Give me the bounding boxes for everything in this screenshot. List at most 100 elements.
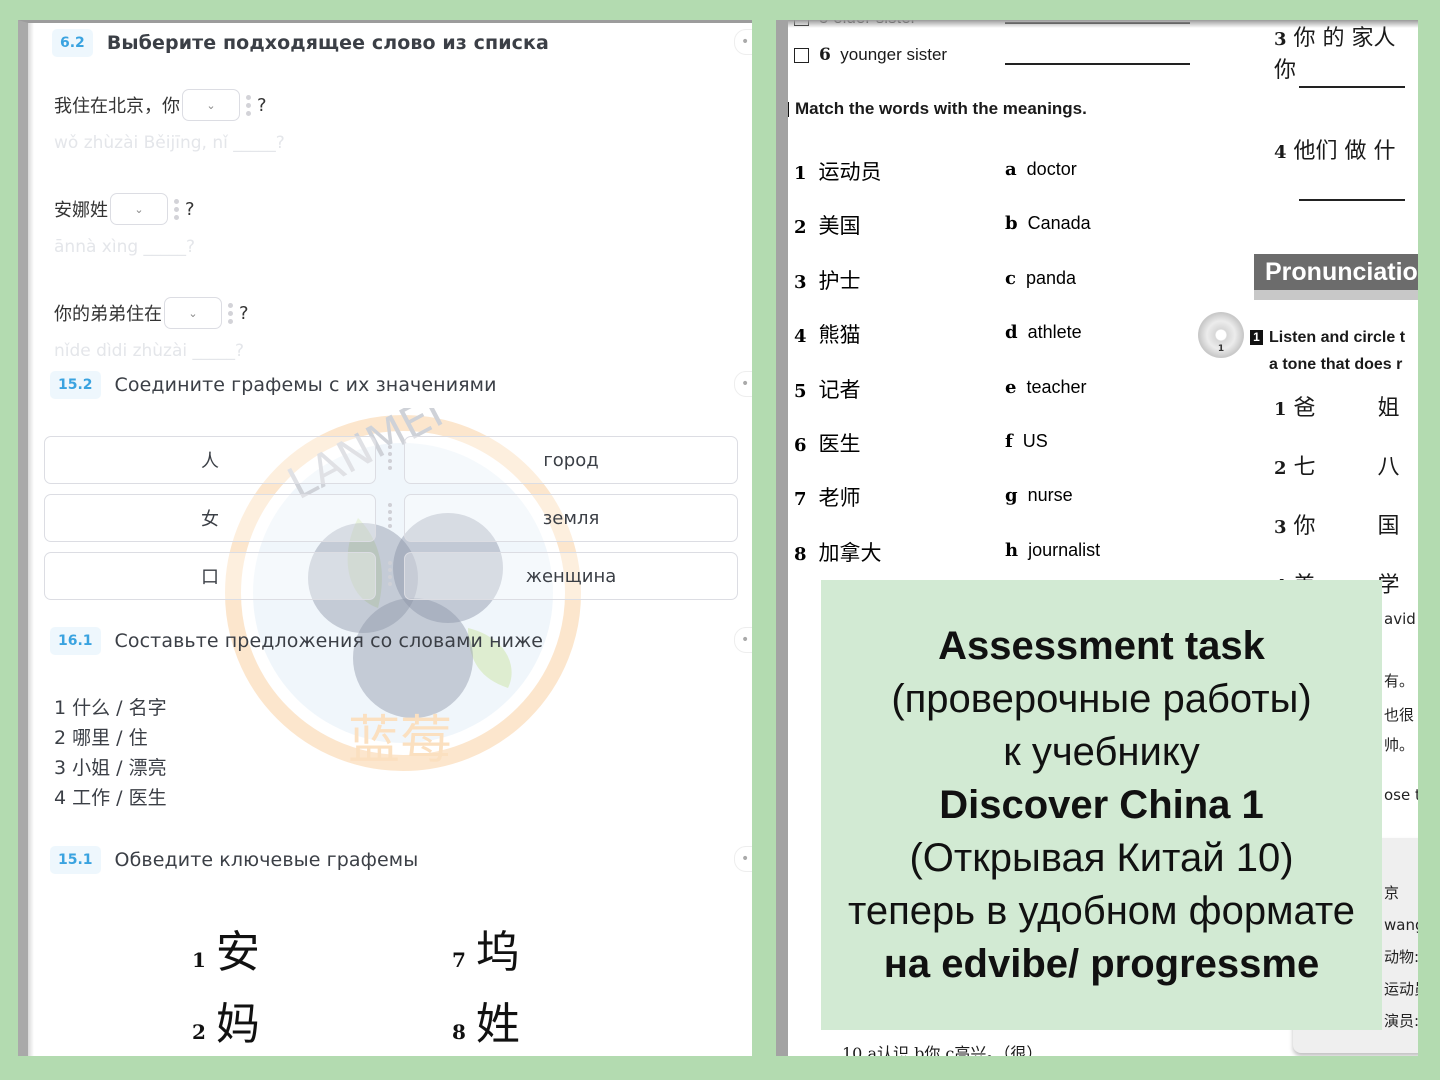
drag-handle-icon[interactable] [388, 561, 392, 586]
section-badge: 1 [1250, 330, 1263, 346]
pinyin-hint: nǐde dìdi zhùzài _____? [54, 341, 245, 361]
task-header-15-2: 15.2 Соедините графемы с их значениями [50, 371, 497, 399]
word-number: 6 [794, 435, 807, 456]
listen-instruction: 1 Listen and circle t a tone that does r [1250, 324, 1405, 378]
meaning-text: panda [1025, 267, 1077, 288]
more-options-button[interactable]: ••• [734, 371, 752, 397]
meaning-text: nurse [1027, 485, 1073, 506]
checkbox[interactable] [794, 20, 809, 27]
chevron-down-icon: ⌄ [206, 98, 216, 112]
word-row: 1 运动员 [794, 156, 882, 186]
cut-off-row: 5 elder sister [794, 20, 916, 28]
answer-dropdown[interactable]: ⌄ [164, 297, 222, 329]
task-title: Составьте предложения со словами ниже [114, 630, 544, 652]
more-options-button[interactable]: ••• [734, 29, 752, 55]
berry-shape [353, 598, 473, 718]
pinyin-hint: wǒ zhùzài Běijīng, nǐ _____? [54, 133, 285, 153]
meaning-row: h journalist [1005, 540, 1100, 561]
vocab-row: 6 younger sister [794, 45, 947, 65]
text-fragment: wang [1384, 916, 1418, 934]
tone-char[interactable]: 七 [1294, 455, 1316, 480]
section-title: Match the words with the meanings. [795, 99, 1087, 118]
chinese-word: 美国 [818, 214, 861, 239]
sentence-end: ? [239, 302, 249, 324]
meaning-letter: a [1005, 159, 1017, 180]
match-right-item[interactable]: женщина [404, 552, 738, 600]
meaning-letter: g [1005, 485, 1018, 507]
glyph-number: 1 [192, 948, 206, 972]
word-row: 7 老师 [794, 482, 861, 512]
more-options-button[interactable]: ••• [734, 846, 752, 872]
sentence-text: 你的弟弟住在 [54, 304, 162, 325]
match-left-item[interactable]: 女 [44, 494, 376, 542]
task-title: Обведите ключевые графемы [114, 849, 419, 871]
glyph-item[interactable]: 1 安 [192, 916, 260, 980]
promo-text: к учебнику [1003, 729, 1200, 774]
row-number: 6 [819, 45, 831, 65]
word-number: 2 [794, 217, 807, 239]
text-fragment: 帅。 [1384, 736, 1415, 754]
meaning-text: doctor [1026, 159, 1077, 179]
match-left-item[interactable]: 口 [44, 552, 376, 600]
pinyin-hint: ānnà xìng _____? [54, 237, 196, 257]
answer-dropdown[interactable]: ⌄ [182, 89, 240, 121]
match-right-item[interactable]: земля [404, 494, 738, 542]
match-right-item[interactable]: город [404, 436, 738, 484]
tone-char[interactable]: 国 [1378, 514, 1400, 539]
tone-char[interactable]: 你 [1294, 514, 1316, 539]
audio-cd-icon[interactable]: 1 [1198, 312, 1244, 358]
word-pair-item: 3 小姐 / 漂亮 [54, 757, 167, 779]
tone-row: 2 七 八 [1274, 449, 1400, 481]
meaning-text: teacher [1026, 376, 1087, 397]
tone-number: 1 [1274, 399, 1287, 420]
word-pair-item: 4 工作 / 医生 [54, 787, 167, 809]
glyph-item[interactable]: 7 坞 [452, 916, 520, 980]
tone-char[interactable]: 爸 [1294, 396, 1316, 421]
tone-char[interactable]: 姐 [1378, 396, 1400, 421]
sentence-1: 我住在北京，你 ⌄ ? [54, 89, 267, 121]
word-number: 8 [794, 543, 807, 565]
meaning-letter: e [1005, 376, 1017, 398]
drag-handle-icon[interactable] [388, 503, 392, 528]
drag-handle-icon[interactable] [174, 198, 179, 220]
sentence-end: ? [185, 198, 195, 220]
heading-underbar [1254, 290, 1418, 300]
glyph-character: 坞 [475, 927, 520, 978]
promo-book-title: Discover China 1 [939, 782, 1264, 827]
answer-dropdown[interactable]: ⌄ [110, 193, 168, 225]
chinese-word: 运动员 [818, 160, 882, 184]
drag-handle-icon[interactable] [228, 302, 233, 324]
word-row: 5 记者 [794, 374, 861, 404]
checkbox[interactable] [794, 48, 809, 64]
task-number: 15.2 [50, 371, 101, 399]
row-label: younger sister [840, 45, 948, 64]
promo-book-subtitle: (Открывая Китай 10) [909, 835, 1294, 880]
text-fragment: ose th [1384, 786, 1418, 804]
task-header-6-2: 6.2 Выберите подходящее слово из списка [52, 29, 549, 57]
word-number: 4 [794, 326, 807, 348]
glyph-character: 妈 [215, 999, 260, 1050]
drag-handle-icon[interactable] [246, 94, 251, 116]
tone-char[interactable]: 八 [1378, 455, 1400, 480]
task-header-16-1: 16.1 Составьте предложения со словами ни… [50, 627, 543, 655]
task-number: 16.1 [50, 627, 101, 655]
meaning-row: c panda [1005, 268, 1076, 289]
glyph-item[interactable]: 2 妈 [192, 988, 260, 1052]
word-number: 7 [794, 489, 807, 511]
word-row: 6 医生 [794, 428, 861, 458]
chevron-down-icon: ⌄ [134, 202, 144, 216]
glyph-item[interactable]: 8 姓 [452, 988, 520, 1052]
meaning-text: Canada [1027, 213, 1091, 234]
glyph-character: 姓 [475, 999, 520, 1050]
drag-handle-icon[interactable] [388, 445, 392, 470]
text-fragment: 动物: [1384, 948, 1418, 966]
section-badge: 2 [788, 102, 789, 118]
meaning-letter: b [1005, 213, 1018, 235]
more-options-button[interactable]: ••• [734, 627, 752, 653]
meaning-letter: f [1005, 431, 1013, 452]
promo-title: Assessment task [938, 623, 1265, 668]
word-pair-item: 1 什么 / 名字 [54, 697, 167, 719]
meaning-row: b Canada [1005, 213, 1091, 234]
sentence-3: 你的弟弟住在 ⌄ ? [54, 297, 249, 329]
match-left-item[interactable]: 人 [44, 436, 376, 484]
